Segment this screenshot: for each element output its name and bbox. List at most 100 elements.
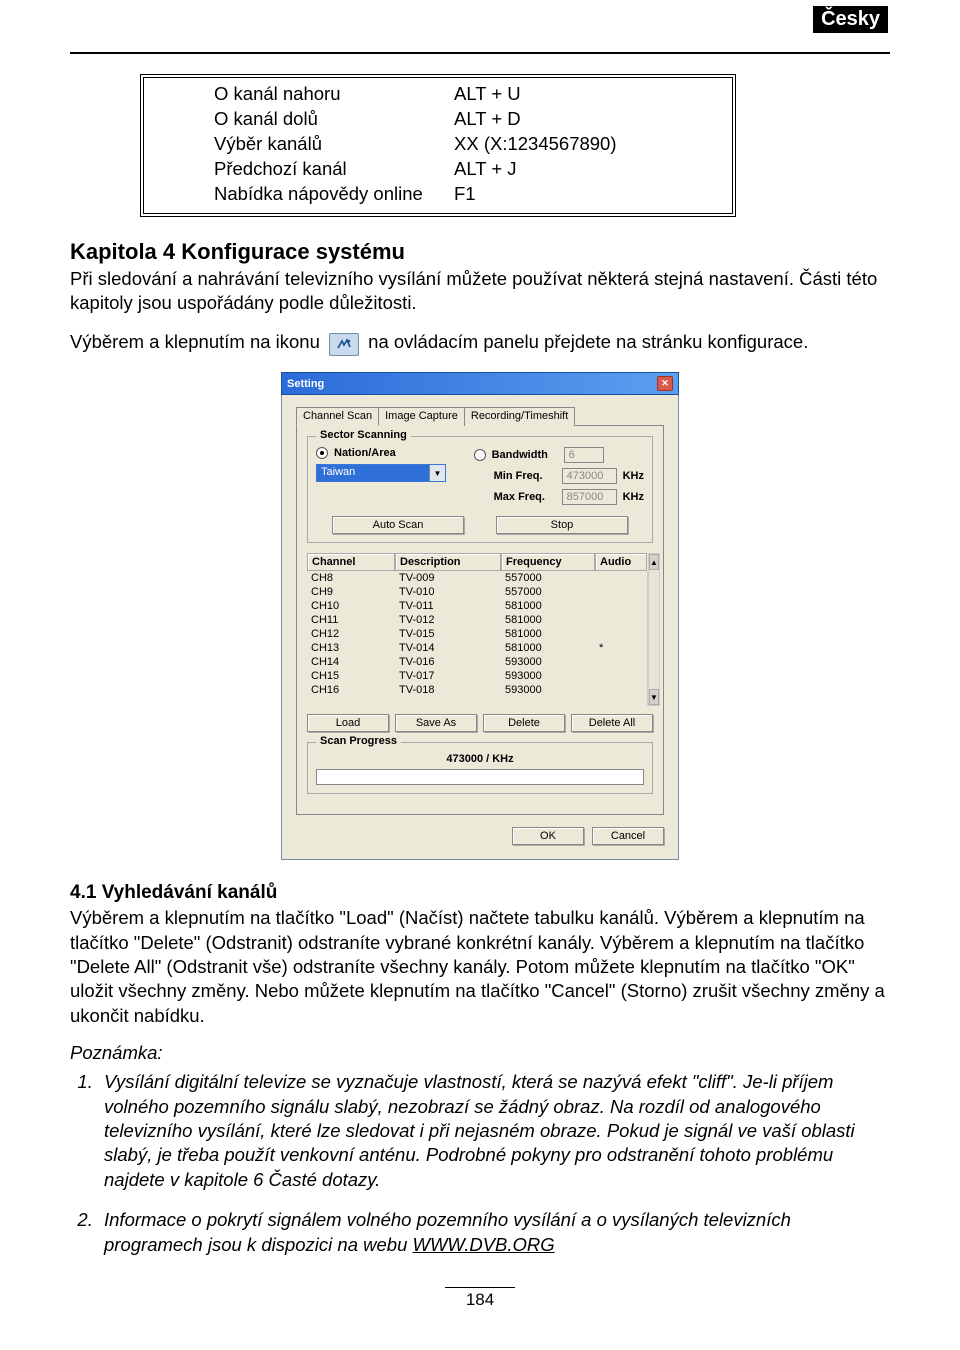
shortcut-row: Předchozí kanál ALT + J xyxy=(214,157,714,182)
shortcut-row: Nabídka nápovědy online F1 xyxy=(214,182,714,207)
delete-all-button[interactable]: Delete All xyxy=(571,714,653,732)
col-frequency[interactable]: Frequency xyxy=(501,553,595,571)
language-badge: Česky xyxy=(813,6,888,33)
table-row[interactable]: CH13TV-014581000* xyxy=(307,641,647,655)
cell-channel: CH12 xyxy=(307,627,395,641)
cell-description: TV-018 xyxy=(395,683,501,697)
cell-channel: CH10 xyxy=(307,599,395,613)
notes-list: Vysílání digitální televize se vyznačuje… xyxy=(70,1070,890,1257)
max-freq-field: 857000 xyxy=(562,489,617,505)
delete-button[interactable]: Delete xyxy=(483,714,565,732)
cell-frequency: 593000 xyxy=(501,669,595,683)
cell-frequency: 581000 xyxy=(501,613,595,627)
cell-description: TV-011 xyxy=(395,599,501,613)
cell-frequency: 593000 xyxy=(501,683,595,697)
paragraph: Výběrem a klepnutím na tlačítko "Load" (… xyxy=(70,906,890,1028)
stop-button[interactable]: Stop xyxy=(496,516,628,534)
icon-instruction: Výběrem a klepnutím na ikonu na ovládací… xyxy=(70,330,890,357)
cell-audio xyxy=(595,613,647,627)
cell-description: TV-012 xyxy=(395,613,501,627)
table-row[interactable]: CH11TV-012581000 xyxy=(307,613,647,627)
radio-nation-area[interactable] xyxy=(316,447,328,459)
section-heading: 4.1 Vyhledávání kanálů xyxy=(70,882,890,904)
col-description[interactable]: Description xyxy=(395,553,501,571)
cell-frequency: 581000 xyxy=(501,641,595,655)
cell-channel: CH16 xyxy=(307,683,395,697)
shortcut-row: O kanál dolů ALT + D xyxy=(214,107,714,132)
note-label: Poznámka: xyxy=(70,1042,890,1064)
table-row[interactable]: CH8TV-009557000 xyxy=(307,571,647,585)
dialog-titlebar[interactable]: Setting ✕ xyxy=(281,372,679,395)
cell-audio xyxy=(595,627,647,641)
col-channel[interactable]: Channel xyxy=(307,553,395,571)
ok-button[interactable]: OK xyxy=(512,827,584,845)
settings-icon xyxy=(329,333,359,356)
cell-audio xyxy=(595,599,647,613)
chevron-down-icon: ▼ xyxy=(429,465,445,481)
cell-channel: CH9 xyxy=(307,585,395,599)
col-audio[interactable]: Audio xyxy=(595,553,647,571)
cell-frequency: 581000 xyxy=(501,627,595,641)
auto-scan-button[interactable]: Auto Scan xyxy=(332,516,464,534)
cell-audio xyxy=(595,683,647,697)
scan-progress-group: Scan Progress 473000 / KHz xyxy=(307,742,653,794)
load-button[interactable]: Load xyxy=(307,714,389,732)
cell-audio: * xyxy=(595,641,647,655)
tab-image-capture[interactable]: Image Capture xyxy=(378,407,465,426)
min-freq-field: 473000 xyxy=(562,468,617,484)
save-as-button[interactable]: Save As xyxy=(395,714,477,732)
nation-area-label: Nation/Area xyxy=(334,447,396,459)
settings-dialog: Setting ✕ Channel Scan Image Capture Rec… xyxy=(281,372,679,860)
shortcut-key: O kanál dolů xyxy=(214,107,454,132)
shortcut-key: O kanál nahoru xyxy=(214,82,454,107)
table-row[interactable]: CH15TV-017593000 xyxy=(307,669,647,683)
dialog-title: Setting xyxy=(287,378,324,390)
shortcut-key: Nabídka nápovědy online xyxy=(214,182,454,207)
tab-recording-timeshift[interactable]: Recording/Timeshift xyxy=(464,407,575,426)
note-item: Informace o pokrytí signálem volného poz… xyxy=(98,1208,890,1257)
shortcut-key: Výběr kanálů xyxy=(214,132,454,157)
max-freq-label: Max Freq. xyxy=(494,491,556,503)
table-row[interactable]: CH10TV-011581000 xyxy=(307,599,647,613)
cell-frequency: 557000 xyxy=(501,585,595,599)
shortcut-value: XX (X:1234567890) xyxy=(454,132,714,157)
shortcut-value: F1 xyxy=(454,182,714,207)
dialog-tabs: Channel Scan Image Capture Recording/Tim… xyxy=(296,407,664,426)
shortcut-value: ALT + J xyxy=(454,157,714,182)
cell-description: TV-017 xyxy=(395,669,501,683)
dvb-link[interactable]: WWW.DVB.ORG xyxy=(413,1234,555,1255)
page-rule xyxy=(70,52,890,54)
scrollbar[interactable]: ▲ ▼ xyxy=(648,553,660,706)
cell-description: TV-014 xyxy=(395,641,501,655)
cell-channel: CH13 xyxy=(307,641,395,655)
progress-bar xyxy=(316,769,644,785)
cell-channel: CH15 xyxy=(307,669,395,683)
nation-area-select[interactable]: Taiwan ▼ xyxy=(316,464,446,482)
min-freq-label: Min Freq. xyxy=(494,470,556,482)
cell-frequency: 593000 xyxy=(501,655,595,669)
table-row[interactable]: CH9TV-010557000 xyxy=(307,585,647,599)
nation-area-value: Taiwan xyxy=(317,465,429,481)
cell-audio xyxy=(595,669,647,683)
tab-channel-scan[interactable]: Channel Scan xyxy=(296,407,379,426)
bandwidth-label: Bandwidth xyxy=(492,449,558,461)
table-row[interactable]: CH12TV-015581000 xyxy=(307,627,647,641)
scroll-up-icon[interactable]: ▲ xyxy=(649,554,659,570)
cell-frequency: 581000 xyxy=(501,599,595,613)
cell-audio xyxy=(595,571,647,585)
channel-table: Channel Description Frequency Audio CH8T… xyxy=(307,553,653,706)
cell-channel: CH8 xyxy=(307,571,395,585)
cell-description: TV-015 xyxy=(395,627,501,641)
radio-bandwidth[interactable] xyxy=(474,449,486,461)
cell-audio xyxy=(595,585,647,599)
cell-channel: CH14 xyxy=(307,655,395,669)
progress-text: 473000 / KHz xyxy=(316,753,644,765)
cell-channel: CH11 xyxy=(307,613,395,627)
cancel-button[interactable]: Cancel xyxy=(592,827,664,845)
shortcut-row: Výběr kanálů XX (X:1234567890) xyxy=(214,132,714,157)
table-row[interactable]: CH14TV-016593000 xyxy=(307,655,647,669)
scroll-down-icon[interactable]: ▼ xyxy=(649,689,659,705)
group-legend: Sector Scanning xyxy=(316,429,411,441)
close-icon[interactable]: ✕ xyxy=(657,376,673,391)
table-row[interactable]: CH16TV-018593000 xyxy=(307,683,647,697)
